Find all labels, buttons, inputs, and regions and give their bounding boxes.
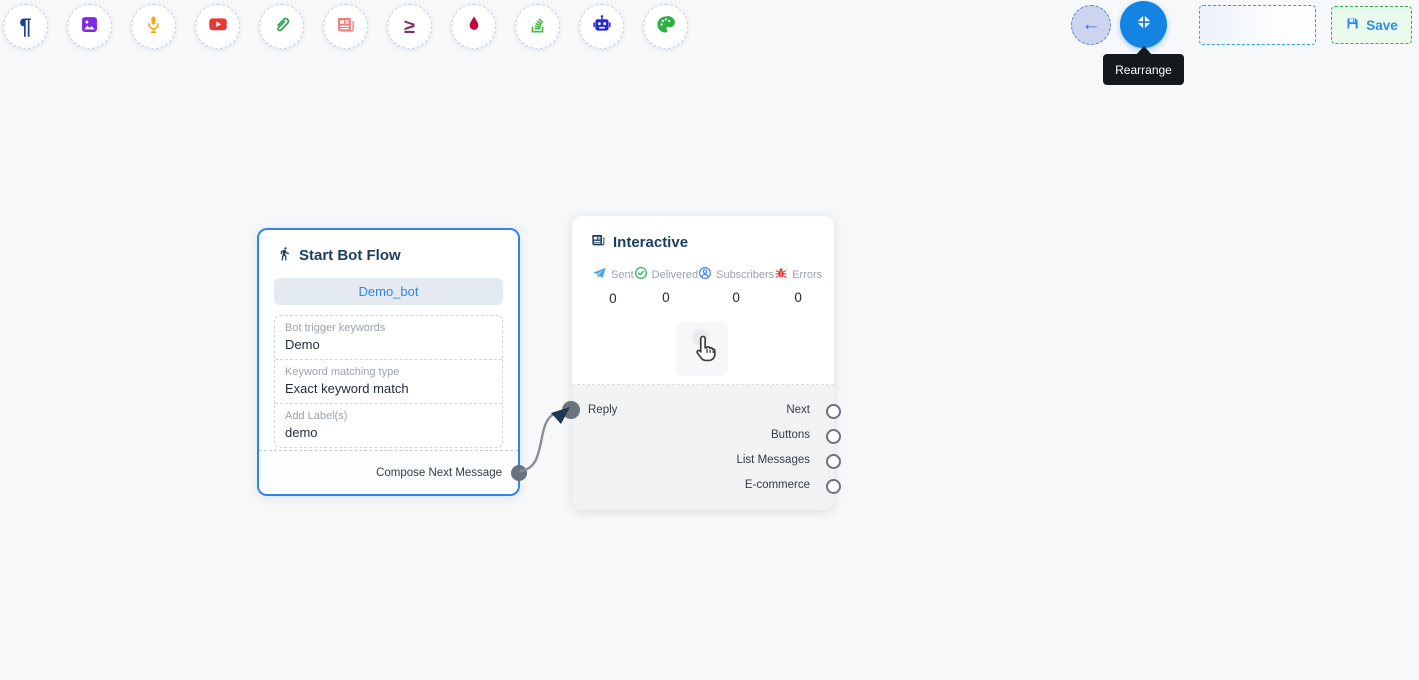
input-port-reply[interactable] [562, 401, 580, 419]
stat-label: Subscribers [716, 269, 774, 281]
flow-canvas[interactable]: { "toolbar": { "items": [ { "icon": "pil… [0, 0, 1419, 680]
reply-input-label: Reply [588, 404, 617, 416]
output-port-list-messages[interactable] [826, 454, 841, 469]
element-toolbar: ¶ ≥ [3, 4, 688, 49]
toolbar-drip-button[interactable] [451, 4, 496, 49]
toolbar-text-button[interactable]: ¶ [3, 4, 48, 49]
stat-value: 0 [634, 290, 698, 305]
stat-label: Sent [611, 269, 634, 281]
stat-errors: Errors 0 [774, 266, 822, 306]
stat-value: 0 [774, 290, 822, 305]
paperclip-icon [271, 14, 292, 40]
newspaper-icon [590, 232, 606, 252]
rearrange-tooltip: Rearrange [1103, 54, 1184, 85]
palette-icon [655, 14, 676, 40]
flow-name-input[interactable] [1199, 5, 1316, 45]
person-walking-icon [277, 245, 292, 266]
output-port-compose-next-message[interactable] [511, 465, 527, 481]
output-label-next: Next [786, 404, 810, 416]
field-value: demo [285, 425, 492, 440]
stat-subscribers: Subscribers 0 [698, 266, 774, 306]
edge-path [520, 413, 556, 471]
output-label-buttons: Buttons [771, 429, 810, 441]
start-node-fields: Bot trigger keywords Demo Keyword matchi… [274, 315, 503, 448]
save-icon [1345, 16, 1360, 34]
droplet-icon [464, 14, 484, 39]
field-value: Demo [285, 337, 492, 352]
paper-plane-icon [592, 266, 607, 284]
toolbar-image-button[interactable] [67, 4, 112, 49]
interactive-node-title: Interactive [613, 234, 688, 251]
bug-icon [774, 266, 788, 283]
image-icon [79, 14, 100, 40]
stats-row: Sent 0 Delivered 0 Subscribers 0 [572, 252, 834, 306]
toolbar-card-button[interactable] [323, 4, 368, 49]
stack-icon [527, 14, 548, 40]
field-bot-trigger-keywords[interactable]: Bot trigger keywords Demo [275, 316, 502, 360]
greater-equal-icon: ≥ [404, 17, 415, 37]
toolbar-audio-button[interactable] [131, 4, 176, 49]
start-bot-flow-node[interactable]: Start Bot Flow Demo_bot Bot trigger keyw… [257, 228, 520, 496]
compress-icon [1135, 13, 1153, 36]
stat-value: 0 [698, 290, 774, 305]
field-label: Keyword matching type [285, 366, 492, 378]
compose-next-message-label: Compose Next Message [376, 467, 502, 479]
output-label-e-commerce: E-commerce [745, 479, 810, 491]
toolbar-sequence-button[interactable] [515, 4, 560, 49]
pilcrow-icon: ¶ [19, 16, 31, 38]
output-port-buttons[interactable] [826, 429, 841, 444]
youtube-icon [207, 13, 229, 40]
output-port-e-commerce[interactable] [826, 479, 841, 494]
bot-name-field[interactable]: Demo_bot [274, 278, 503, 305]
toolbar-bot-button[interactable] [579, 4, 624, 49]
hand-pointer-cursor [687, 331, 720, 374]
save-button[interactable]: Save [1331, 6, 1412, 44]
stat-delivered: Delivered 0 [634, 266, 698, 306]
back-button[interactable]: ← [1071, 5, 1111, 45]
stat-sent: Sent 0 [592, 266, 634, 306]
output-port-next[interactable] [826, 404, 841, 419]
output-label-list-messages: List Messages [736, 454, 810, 466]
stat-label: Errors [792, 269, 822, 281]
microphone-icon [143, 14, 164, 40]
toolbar-condition-button[interactable]: ≥ [387, 4, 432, 49]
start-node-title: Start Bot Flow [299, 247, 401, 264]
field-label: Bot trigger keywords [285, 322, 492, 334]
toolbar-theme-button[interactable] [643, 4, 688, 49]
field-add-labels[interactable]: Add Label(s) demo [275, 404, 502, 447]
start-node-header: Start Bot Flow [259, 230, 518, 266]
toolbar-file-button[interactable] [259, 4, 304, 49]
user-circle-icon [698, 266, 712, 283]
check-circle-icon [634, 266, 648, 283]
stat-value: 0 [592, 291, 634, 306]
newspaper-icon [335, 14, 356, 40]
rearrange-button[interactable] [1120, 1, 1167, 48]
field-label: Add Label(s) [285, 410, 492, 422]
toolbar-video-button[interactable] [195, 4, 240, 49]
interactive-node-header: Interactive [572, 216, 834, 252]
field-keyword-matching-type[interactable]: Keyword matching type Exact keyword matc… [275, 360, 502, 404]
arrow-left-icon: ← [1082, 14, 1101, 36]
stat-label: Delivered [652, 269, 698, 281]
save-button-label: Save [1366, 18, 1398, 33]
compose-next-message-row: Compose Next Message [259, 450, 518, 494]
robot-icon [591, 13, 613, 40]
field-value: Exact keyword match [285, 381, 492, 396]
